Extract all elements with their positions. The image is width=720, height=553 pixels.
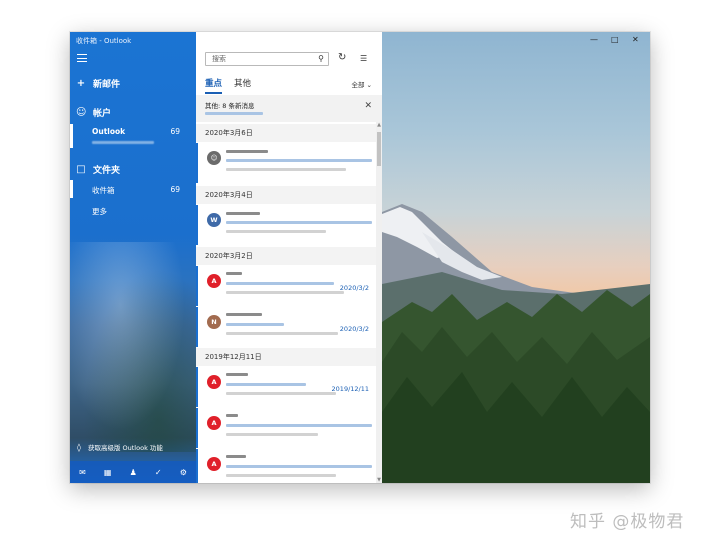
premium-promo-label: 获取高级版 Outlook 功能 [87, 444, 163, 452]
date-group-header: 2020年3月4日 [196, 186, 376, 204]
preview-redacted [226, 230, 326, 233]
message-item[interactable]: N 2020/3/2 [196, 307, 376, 347]
accounts-header[interactable]: ☺ 帐户 [76, 106, 111, 119]
maximize-icon[interactable]: □ [611, 35, 619, 44]
person-icon: ☺ [76, 107, 87, 118]
message-date: 2019/12/11 [331, 385, 369, 393]
focused-other-tabs: 重点 其他 [205, 77, 263, 94]
app-switcher-bar: ✉ ▦ ♟ ✓ ⚙ [70, 461, 196, 483]
subject-redacted [226, 424, 372, 427]
new-mail-button[interactable]: + 新邮件 [76, 77, 120, 90]
date-group-header: 2020年3月6日 [196, 124, 376, 142]
search-box[interactable]: 搜索 ⚲ [205, 52, 329, 66]
folder-more[interactable]: 更多 [92, 206, 107, 217]
people-icon[interactable]: ♟ [130, 468, 137, 477]
preview-redacted [226, 168, 346, 171]
avatar: A [207, 375, 221, 389]
sender-redacted [226, 150, 268, 153]
account-unread-count: 69 [170, 127, 180, 136]
accounts-label: 帐户 [93, 109, 112, 119]
avatar: A [207, 274, 221, 288]
avatar: N [207, 315, 221, 329]
preview-redacted [226, 474, 336, 477]
sender-redacted [226, 272, 242, 275]
diamond-icon: ◊ [77, 442, 81, 452]
zhihu-watermark: 知乎 @极物君 [570, 512, 685, 532]
subject-redacted [226, 159, 372, 162]
preview-redacted [226, 392, 336, 395]
filter-label: 全部 [351, 81, 365, 89]
avatar: A [207, 416, 221, 430]
banner-senders-redacted [205, 112, 263, 115]
folders-label: 文件夹 [93, 166, 121, 176]
mountain-background [382, 204, 650, 483]
reading-pane: — □ ✕ [382, 32, 650, 483]
other-banner-text: 其他: 8 条新消息 [205, 102, 255, 110]
message-item[interactable]: W [196, 205, 376, 245]
subject-redacted [226, 282, 334, 285]
sender-redacted [226, 373, 248, 376]
folder-icon: □ [76, 164, 86, 175]
other-inbox-banner[interactable]: 其他: 8 条新消息 ✕ [196, 95, 382, 122]
minimize-icon[interactable]: — [590, 35, 598, 44]
inbox-selection-indicator [70, 180, 73, 198]
sender-redacted [226, 455, 246, 458]
chevron-down-icon: ⌄ [366, 81, 372, 89]
subject-redacted [226, 323, 284, 326]
calendar-icon[interactable]: ▦ [104, 468, 112, 477]
avatar: A [207, 457, 221, 471]
folder-inbox[interactable]: 收件箱 [92, 185, 115, 196]
premium-promo-link[interactable]: ◊ 获取高级版 Outlook 功能 [77, 442, 163, 453]
account-selection-indicator [70, 124, 73, 148]
filter-dropdown[interactable]: 全部 ⌄ [351, 79, 372, 89]
message-list-pane: 搜索 ⚲ ↻ ☰ 重点 其他 全部 ⌄ 其他: 8 条新消息 ✕ 2020年3月… [196, 32, 382, 483]
preview-redacted [226, 433, 318, 436]
tab-other[interactable]: 其他 [234, 77, 251, 94]
search-icon[interactable]: ⚲ [318, 54, 324, 63]
close-window-icon[interactable]: ✕ [632, 35, 639, 44]
message-item[interactable]: ☺ [196, 143, 376, 183]
message-item[interactable]: A [196, 408, 376, 448]
sidebar: 收件箱 - Outlook + 新邮件 ☺ 帐户 Outlook 69 □ 文件… [70, 32, 196, 483]
sender-redacted [226, 313, 262, 316]
message-date: 2020/3/2 [339, 325, 369, 333]
new-mail-label: 新邮件 [93, 80, 121, 90]
hamburger-menu-icon[interactable] [77, 54, 87, 62]
preview-redacted [226, 332, 338, 335]
avatar: ☺ [207, 151, 221, 165]
date-group-header: 2020年3月2日 [196, 247, 376, 265]
window-title: 收件箱 - Outlook [76, 37, 132, 45]
tab-focused[interactable]: 重点 [205, 77, 223, 94]
account-email-redacted [92, 141, 154, 144]
selection-mode-icon[interactable]: ☰ [360, 54, 367, 63]
sender-redacted [226, 414, 238, 417]
close-icon[interactable]: ✕ [364, 101, 372, 111]
avatar: W [207, 213, 221, 227]
sidebar-background [70, 242, 196, 452]
account-outlook[interactable]: Outlook [92, 127, 125, 136]
message-item[interactable]: A 2019/12/11 [196, 367, 376, 407]
sender-redacted [226, 212, 260, 215]
plus-icon: + [76, 78, 86, 89]
settings-icon[interactable]: ⚙ [180, 468, 187, 477]
scrollbar-thumb[interactable] [377, 132, 381, 166]
search-input[interactable]: 搜索 [212, 54, 226, 64]
folders-header[interactable]: □ 文件夹 [76, 163, 120, 176]
mail-icon[interactable]: ✉ [79, 468, 86, 477]
inbox-unread-count: 69 [170, 185, 180, 194]
outlook-window: 收件箱 - Outlook + 新邮件 ☺ 帐户 Outlook 69 □ 文件… [70, 32, 650, 483]
date-group-header: 2019年12月11日 [196, 348, 376, 366]
message-item[interactable]: A [196, 449, 376, 483]
subject-redacted [226, 383, 306, 386]
subject-redacted [226, 465, 372, 468]
message-item[interactable]: A 2020/3/2 [196, 266, 376, 306]
todo-icon[interactable]: ✓ [155, 468, 162, 477]
sync-icon[interactable]: ↻ [338, 52, 346, 63]
preview-redacted [226, 291, 344, 294]
subject-redacted [226, 221, 372, 224]
message-date: 2020/3/2 [339, 284, 369, 292]
